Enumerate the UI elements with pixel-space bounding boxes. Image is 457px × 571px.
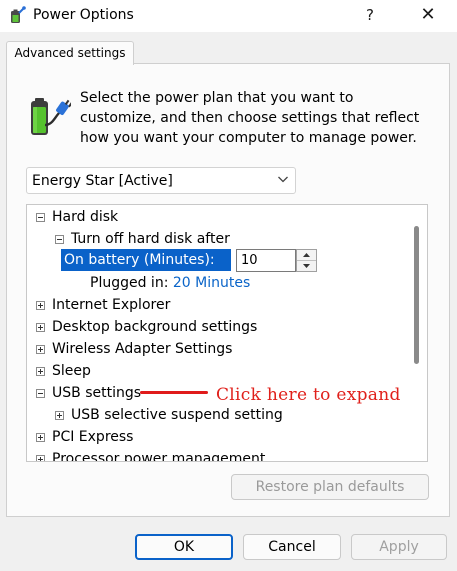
- battery-plug-icon: [31, 98, 71, 135]
- description-text: Select the power plan that you want to c…: [80, 90, 420, 146]
- on-battery-label[interactable]: On battery (Minutes):: [61, 249, 231, 271]
- plugged-in-row: Plugged in: 20 Minutes: [90, 273, 250, 293]
- on-battery-minutes-input[interactable]: 10: [236, 249, 296, 272]
- plugged-in-value-link[interactable]: 20 Minutes: [173, 275, 250, 291]
- collapse-icon[interactable]: [36, 389, 45, 398]
- annotation-text: Click here to expand: [216, 385, 401, 405]
- tree-item-pci-express[interactable]: PCI Express: [52, 427, 133, 447]
- title-bar: Power Options ? ✕: [0, 0, 457, 32]
- power-plan-selected-value: Energy Star [Active]: [32, 173, 173, 189]
- tree-item-internet-explorer[interactable]: Internet Explorer: [52, 295, 170, 315]
- tab-advanced-settings[interactable]: Advanced settings: [6, 41, 134, 65]
- tree-item-desktop-background[interactable]: Desktop background settings: [52, 317, 257, 337]
- expand-icon[interactable]: [36, 323, 45, 332]
- chevron-down-icon: [278, 176, 288, 183]
- expand-icon[interactable]: [36, 301, 45, 310]
- power-plan-select[interactable]: Energy Star [Active]: [26, 167, 296, 194]
- cancel-button[interactable]: Cancel: [243, 534, 341, 560]
- tree-scroll-thumb[interactable]: [414, 226, 419, 364]
- expand-icon[interactable]: [36, 433, 45, 442]
- tree-clip: Processor power management: [27, 446, 407, 461]
- plugged-in-label: Plugged in:: [90, 275, 169, 291]
- tree-item-usb-settings[interactable]: USB settings: [52, 383, 141, 403]
- annotation-arrow-line: [140, 391, 208, 394]
- minutes-spinner[interactable]: [296, 249, 317, 272]
- collapse-icon[interactable]: [36, 213, 45, 222]
- tree-item-hard-disk[interactable]: Hard disk: [52, 207, 118, 227]
- window-title: Power Options: [33, 7, 134, 23]
- ok-button[interactable]: OK: [135, 534, 233, 560]
- power-options-icon: [11, 6, 26, 23]
- tree-item-wireless-adapter[interactable]: Wireless Adapter Settings: [52, 339, 232, 359]
- tree-item-sleep[interactable]: Sleep: [52, 361, 91, 381]
- expand-icon[interactable]: [36, 367, 45, 376]
- apply-button[interactable]: Apply: [351, 534, 447, 560]
- expand-icon[interactable]: [55, 411, 64, 420]
- expand-icon[interactable]: [36, 455, 45, 461]
- tree-item-usb-selective-suspend[interactable]: USB selective suspend setting: [71, 405, 283, 425]
- restore-plan-defaults-button[interactable]: Restore plan defaults: [231, 474, 429, 500]
- expand-icon[interactable]: [36, 345, 45, 354]
- tree-item-turn-off-hard-disk[interactable]: Turn off hard disk after: [71, 229, 230, 249]
- spin-up-icon[interactable]: [297, 250, 316, 261]
- spin-down-icon[interactable]: [297, 261, 316, 271]
- close-button[interactable]: ✕: [416, 4, 440, 28]
- collapse-icon[interactable]: [55, 235, 64, 244]
- tree-item-processor-power[interactable]: Processor power management: [52, 449, 265, 461]
- help-button[interactable]: ?: [358, 4, 382, 28]
